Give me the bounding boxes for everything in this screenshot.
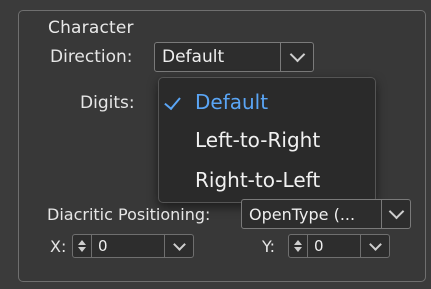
menu-item-left-to-right[interactable]: Left-to-Right bbox=[159, 128, 375, 156]
menu-item-label: Right-to-Left bbox=[195, 168, 321, 192]
x-offset-dropdown-button[interactable] bbox=[164, 235, 193, 257]
y-offset-field[interactable]: 0 bbox=[288, 234, 390, 258]
diacritic-value: OpenType (... bbox=[249, 204, 356, 224]
menu-item-label: Default bbox=[195, 90, 269, 114]
section-title: Character bbox=[48, 18, 134, 38]
y-offset-value[interactable]: 0 bbox=[308, 235, 360, 257]
diacritic-select[interactable]: OpenType (... bbox=[241, 199, 411, 229]
stepper-arrows-icon[interactable] bbox=[289, 235, 308, 257]
stepper-arrows-icon[interactable] bbox=[73, 235, 92, 257]
x-offset-field[interactable]: 0 bbox=[72, 234, 194, 258]
direction-value: Default bbox=[162, 47, 225, 67]
y-offset-dropdown-button[interactable] bbox=[360, 235, 389, 257]
direction-select[interactable]: Default bbox=[154, 42, 314, 72]
x-offset-value[interactable]: 0 bbox=[92, 235, 164, 257]
y-offset-label: Y: bbox=[262, 237, 276, 256]
chevron-down-icon bbox=[368, 237, 382, 251]
check-icon bbox=[164, 92, 181, 111]
digits-label: Digits: bbox=[80, 93, 135, 113]
diacritic-dropdown-button[interactable] bbox=[381, 200, 410, 228]
menu-item-right-to-left[interactable]: Right-to-Left bbox=[159, 168, 375, 196]
chevron-down-icon bbox=[289, 46, 305, 63]
dropdown-menu: Default Left-to-Right Right-to-Left bbox=[158, 77, 376, 203]
direction-label: Direction: bbox=[50, 47, 133, 67]
diacritic-label: Diacritic Positioning: bbox=[47, 205, 211, 224]
x-offset-label: X: bbox=[50, 237, 67, 256]
direction-dropdown-button[interactable] bbox=[280, 43, 313, 71]
chevron-down-icon bbox=[388, 203, 404, 220]
menu-item-default[interactable]: Default bbox=[159, 90, 375, 118]
chevron-down-icon bbox=[172, 237, 186, 251]
menu-item-label: Left-to-Right bbox=[195, 128, 321, 152]
